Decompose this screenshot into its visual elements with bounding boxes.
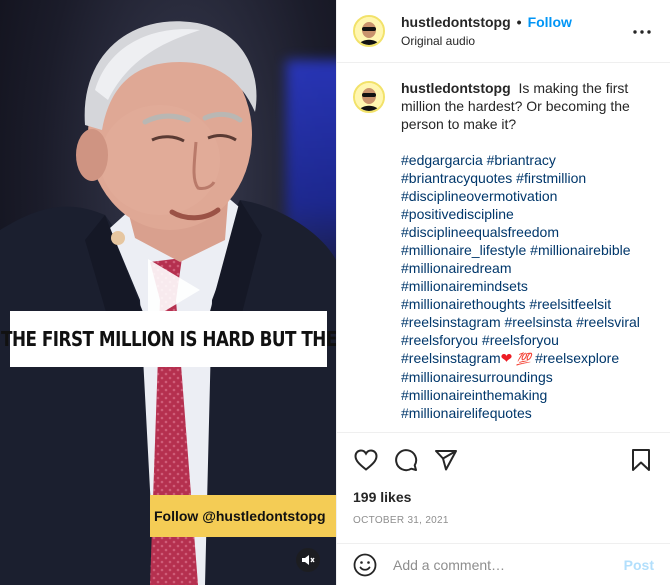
- hashtag-line[interactable]: #positivediscipline: [401, 205, 641, 223]
- audio-label[interactable]: Original audio: [401, 34, 572, 48]
- post-actions: 199 likes OCTOBER 31, 2021 Post: [337, 432, 670, 585]
- hashtag-line[interactable]: #millionaireinthemaking: [401, 386, 641, 404]
- reel-video[interactable]: THE FIRST MILLION IS HARD BUT THE Follow…: [0, 0, 336, 585]
- hashtag-line[interactable]: #disciplineequalsfreedom: [401, 223, 641, 241]
- header-username[interactable]: hustledontstopg: [401, 14, 511, 30]
- hashtag-line-emoji[interactable]: #reelsinstagram❤ 💯 #reelsexplore: [401, 349, 641, 368]
- hashtag-line[interactable]: #millionaire_lifestyle #millionairebible: [401, 241, 641, 259]
- share-icon: [435, 450, 457, 471]
- hashtag-line[interactable]: #millionairelifequotes: [401, 404, 641, 422]
- save-button[interactable]: [628, 447, 654, 473]
- mute-button[interactable]: [296, 548, 320, 572]
- heart-icon: [354, 449, 378, 471]
- like-count[interactable]: 199 likes: [353, 489, 411, 505]
- like-button[interactable]: [353, 447, 379, 473]
- hashtag-line[interactable]: #reelsforyou #reelsforyou: [401, 331, 641, 349]
- post-date[interactable]: OCTOBER 31, 2021: [353, 515, 449, 526]
- caption-section: hustledontstopg Is making the first mill…: [337, 63, 670, 432]
- comment-icon: [395, 449, 418, 472]
- hashtag-line[interactable]: #millionairedream: [401, 259, 641, 277]
- caption-username[interactable]: hustledontstopg: [401, 80, 511, 96]
- video-caption-text: THE FIRST MILLION IS HARD BUT THE: [0, 327, 336, 351]
- bookmark-icon: [632, 449, 650, 471]
- hashtag-line[interactable]: #millionairemindsets: [401, 277, 641, 295]
- avatar-image: [355, 17, 383, 45]
- hundred-emoji: 💯: [516, 352, 532, 366]
- post-comment-button[interactable]: Post: [624, 557, 654, 573]
- caption-avatar[interactable]: [353, 81, 385, 113]
- hashtag-line[interactable]: #briantracyquotes #firstmillion: [401, 169, 641, 187]
- video-watermark-text: Follow @hustledontstopg: [154, 508, 326, 524]
- hashtag-list: #edgargarcia #briantracy #briantracyquot…: [401, 151, 641, 422]
- comment-box: Post: [337, 543, 670, 585]
- avatar-image: [355, 83, 383, 111]
- header-separator: •: [516, 14, 522, 30]
- video-caption-bar: THE FIRST MILLION IS HARD BUT THE: [1, 311, 336, 367]
- comment-button[interactable]: [393, 447, 419, 473]
- avatar[interactable]: [353, 15, 385, 47]
- post-header: hustledontstopg • Follow Original audio: [337, 0, 670, 63]
- speaker-muted-icon: [302, 555, 315, 565]
- follow-button[interactable]: Follow: [528, 14, 572, 30]
- share-button[interactable]: [433, 447, 459, 473]
- post-side-panel: hustledontstopg • Follow Original audio: [336, 0, 670, 585]
- hashtag[interactable]: #reelsexplore: [535, 350, 619, 366]
- hashtag-line[interactable]: #disciplineovermotivation: [401, 187, 641, 205]
- instagram-post: THE FIRST MILLION IS HARD BUT THE Follow…: [0, 0, 670, 585]
- video-watermark-banner: Follow @hustledontstopg: [150, 495, 336, 537]
- smiley-icon[interactable]: [353, 553, 377, 577]
- hashtag-line[interactable]: #millionairesurroundings: [401, 368, 641, 386]
- hashtag-line[interactable]: #millionairethoughts #reelsitfeelsit: [401, 295, 641, 313]
- hashtag-line[interactable]: #edgargarcia #briantracy: [401, 151, 641, 169]
- heart-emoji: ❤: [500, 350, 513, 366]
- comment-input[interactable]: [393, 556, 616, 573]
- more-options-icon: [633, 30, 651, 34]
- more-options-button[interactable]: [632, 22, 652, 42]
- hashtag-line[interactable]: #reelsinstagram #reelsinsta #reelsviral: [401, 313, 641, 331]
- hashtag[interactable]: #reelsinstagram: [401, 350, 501, 366]
